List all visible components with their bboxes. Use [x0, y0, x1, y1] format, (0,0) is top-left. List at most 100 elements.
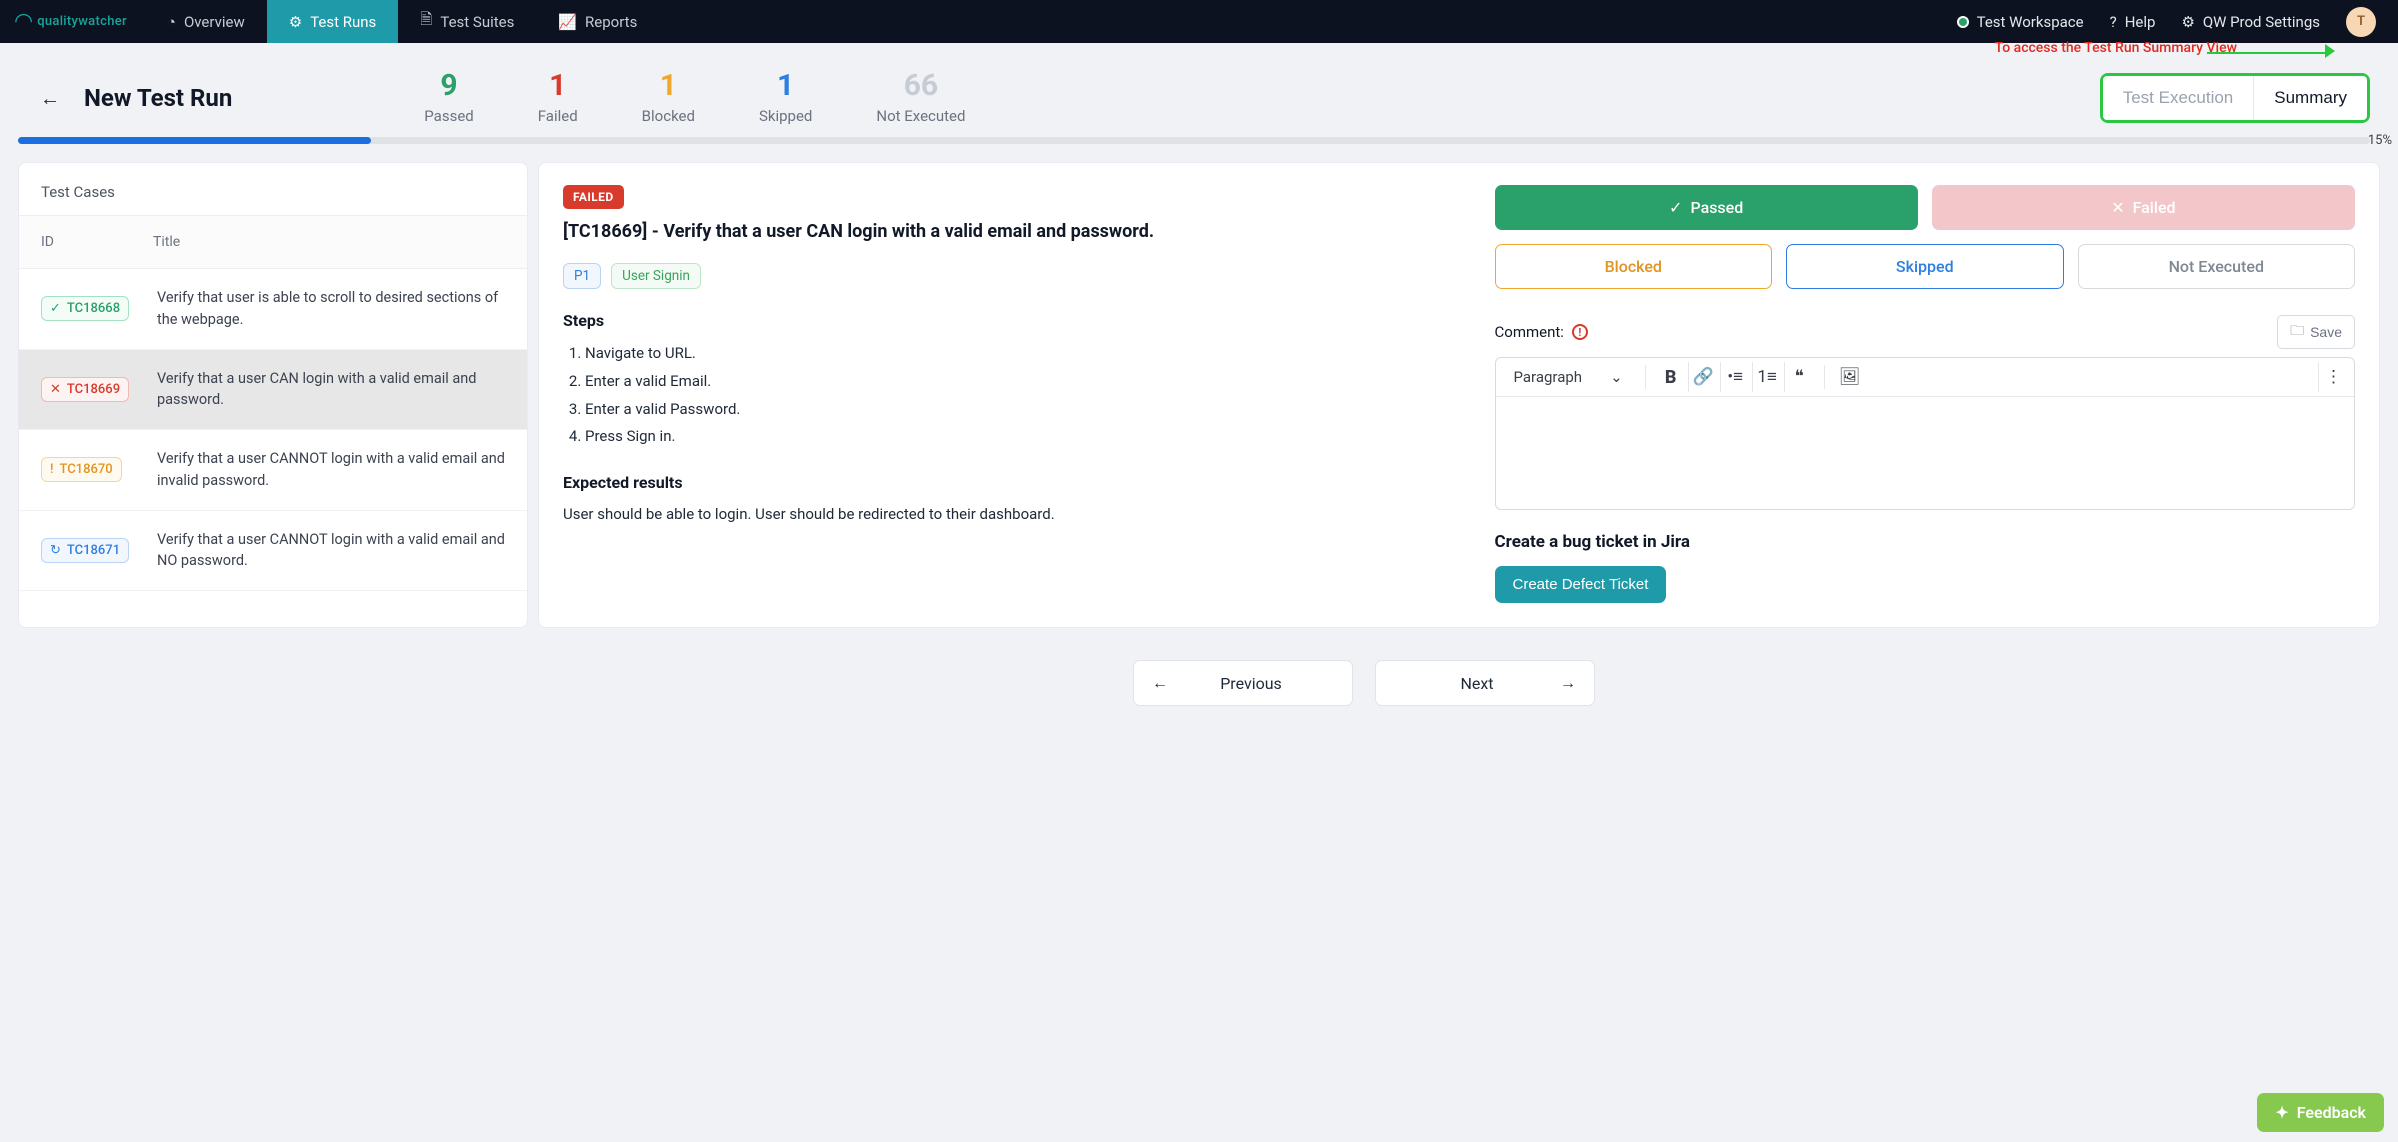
sparkle-icon: ✦	[2275, 1103, 2288, 1122]
previous-button[interactable]: ← Previous	[1133, 660, 1353, 706]
progress-wrap: 15%	[0, 137, 2398, 152]
table-row[interactable]: ↻ TC18671 Verify that a user CANNOT logi…	[19, 511, 527, 592]
workspace-dot-icon	[1957, 16, 1969, 28]
testcase-table-head: ID Title	[19, 215, 527, 269]
mark-failed-label: Failed	[2133, 198, 2176, 217]
table-row[interactable]: ! TC18670 Verify that a user CANNOT logi…	[19, 430, 527, 511]
detail-left: FAILED [TC18669] - Verify that a user CA…	[563, 185, 1467, 603]
save-button[interactable]: 🗀 Save	[2277, 315, 2355, 349]
tc-id: TC18668	[67, 301, 120, 316]
stat-blocked-value: 1	[642, 71, 695, 101]
save-label: Save	[2310, 324, 2342, 340]
stat-skipped-label: Skipped	[759, 107, 812, 125]
view-toggle: To access the Test Run Summary View Test…	[2100, 73, 2370, 123]
testcase-list-header: Test Cases	[19, 163, 527, 215]
progress-fill	[18, 137, 371, 144]
next-label: Next	[1460, 674, 1493, 693]
editor-toolbar: Paragraph ⌄ B 🔗 •≡ 1≡ ❝ 🖼 ⋮	[1496, 358, 2354, 397]
steps-list: Navigate to URL. Enter a valid Email. En…	[563, 340, 1467, 451]
back-arrow-icon[interactable]: ←	[40, 86, 60, 111]
gear-icon: ⚙	[2181, 13, 2194, 31]
previous-label: Previous	[1220, 674, 1282, 693]
steps-heading: Steps	[563, 311, 1467, 330]
primary-nav: ◔ Overview ⚙ Test Runs 🗎 Test Suites 📈 R…	[145, 0, 659, 43]
bold-icon[interactable]: B	[1656, 362, 1686, 392]
progress-bar	[18, 137, 2370, 144]
numbered-list-icon[interactable]: 1≡	[1752, 362, 1782, 392]
next-button[interactable]: Next →	[1375, 660, 1595, 706]
view-test-execution-button[interactable]: Test Execution	[2103, 76, 2255, 120]
view-summary-button[interactable]: Summary	[2254, 76, 2367, 120]
mark-notexecuted-button[interactable]: Not Executed	[2078, 244, 2356, 289]
feedback-label: Feedback	[2297, 1103, 2366, 1122]
nav-testsuites[interactable]: 🗎 Test Suites	[398, 0, 536, 43]
help-link[interactable]: ? Help	[2110, 13, 2156, 31]
create-defect-button[interactable]: Create Defect Ticket	[1495, 566, 1667, 603]
testcase-title: [TC18669] - Verify that a user CAN login…	[563, 219, 1467, 245]
detail-right: ✓ Passed ✕ Failed Blocked Skipped Not Ex…	[1495, 185, 2355, 603]
nav-testruns[interactable]: ⚙ Test Runs	[267, 0, 399, 43]
nav-overview-label: Overview	[184, 13, 245, 31]
nav-overview[interactable]: ◔ Overview	[145, 0, 267, 43]
tag-row: P1 User Signin	[563, 263, 1467, 289]
stat-notexec-label: Not Executed	[876, 107, 965, 125]
comment-textarea[interactable]	[1496, 397, 2354, 505]
tc-id: TC18671	[67, 543, 120, 558]
logo-icon: ◠	[14, 9, 33, 34]
nav-testsuites-label: Test Suites	[440, 13, 514, 31]
format-select-label: Paragraph	[1514, 368, 1583, 386]
testcase-detail-card: FAILED [TC18669] - Verify that a user CA…	[538, 162, 2380, 628]
status-badge-blocked: ! TC18670	[41, 457, 122, 482]
stat-blocked: 1 Blocked	[642, 71, 695, 125]
top-nav: ◠ qualitywatcher ◔ Overview ⚙ Test Runs …	[0, 0, 2398, 43]
nav-testruns-label: Test Runs	[310, 13, 376, 31]
mark-blocked-button[interactable]: Blocked	[1495, 244, 1773, 289]
nav-reports-label: Reports	[585, 13, 637, 31]
pie-icon: ◔	[167, 13, 176, 31]
tc-id: TC18670	[59, 462, 112, 477]
brand-logo[interactable]: ◠ qualitywatcher	[0, 0, 145, 43]
status-chip: FAILED	[563, 185, 624, 209]
skip-icon: ↻	[50, 543, 61, 558]
stat-passed-value: 9	[424, 71, 473, 101]
help-label: Help	[2125, 13, 2156, 31]
tc-title: Verify that a user CAN login with a vali…	[157, 368, 505, 412]
jira-heading: Create a bug ticket in Jira	[1495, 532, 2355, 552]
toolbar-sep	[1824, 365, 1825, 389]
feedback-button[interactable]: ✦ Feedback	[2257, 1093, 2384, 1132]
status-badge-skipped: ↻ TC18671	[41, 538, 129, 563]
format-select[interactable]: Paragraph ⌄	[1502, 362, 1635, 392]
tc-title: Verify that a user CANNOT login with a v…	[157, 448, 505, 492]
x-icon: ✕	[2111, 198, 2124, 217]
header-row: ← New Test Run 9 Passed 1 Failed 1 Block…	[0, 43, 2398, 137]
stat-failed-label: Failed	[538, 107, 578, 125]
comment-editor: Paragraph ⌄ B 🔗 •≡ 1≡ ❝ 🖼 ⋮	[1495, 357, 2355, 510]
mark-failed-button[interactable]: ✕ Failed	[1932, 185, 2355, 230]
col-title: Title	[153, 234, 505, 250]
workspace-selector[interactable]: Test Workspace	[1957, 13, 2084, 31]
expected-text: User should be able to login. User shoul…	[563, 502, 1467, 526]
mark-passed-button[interactable]: ✓ Passed	[1495, 185, 1918, 230]
mark-skipped-button[interactable]: Skipped	[1786, 244, 2064, 289]
more-icon[interactable]: ⋮	[2318, 362, 2348, 392]
required-icon: !	[1572, 324, 1588, 340]
quote-icon[interactable]: ❝	[1784, 362, 1814, 392]
expected-heading: Expected results	[563, 473, 1467, 492]
link-icon[interactable]: 🔗	[1688, 362, 1718, 392]
settings-label: QW Prod Settings	[2203, 13, 2320, 31]
tc-id: TC18669	[67, 382, 120, 397]
image-icon[interactable]: 🖼	[1835, 362, 1865, 392]
save-icon: 🗀	[2290, 320, 2304, 344]
nav-reports[interactable]: 📈 Reports	[536, 0, 659, 43]
stat-notexec: 66 Not Executed	[876, 71, 965, 125]
user-avatar[interactable]: T	[2346, 7, 2376, 37]
module-tag: User Signin	[611, 263, 701, 289]
settings-link[interactable]: ⚙ QW Prod Settings	[2181, 13, 2320, 31]
gear-icon: ⚙	[289, 13, 302, 31]
step-item: Navigate to URL.	[585, 340, 1467, 368]
pager-row: ← Previous Next →	[330, 644, 2398, 716]
step-item: Enter a valid Password.	[585, 396, 1467, 424]
bullet-list-icon[interactable]: •≡	[1720, 362, 1750, 392]
table-row[interactable]: ✕ TC18669 Verify that a user CAN login w…	[19, 350, 527, 431]
table-row[interactable]: ✓ TC18668 Verify that user is able to sc…	[19, 269, 527, 350]
